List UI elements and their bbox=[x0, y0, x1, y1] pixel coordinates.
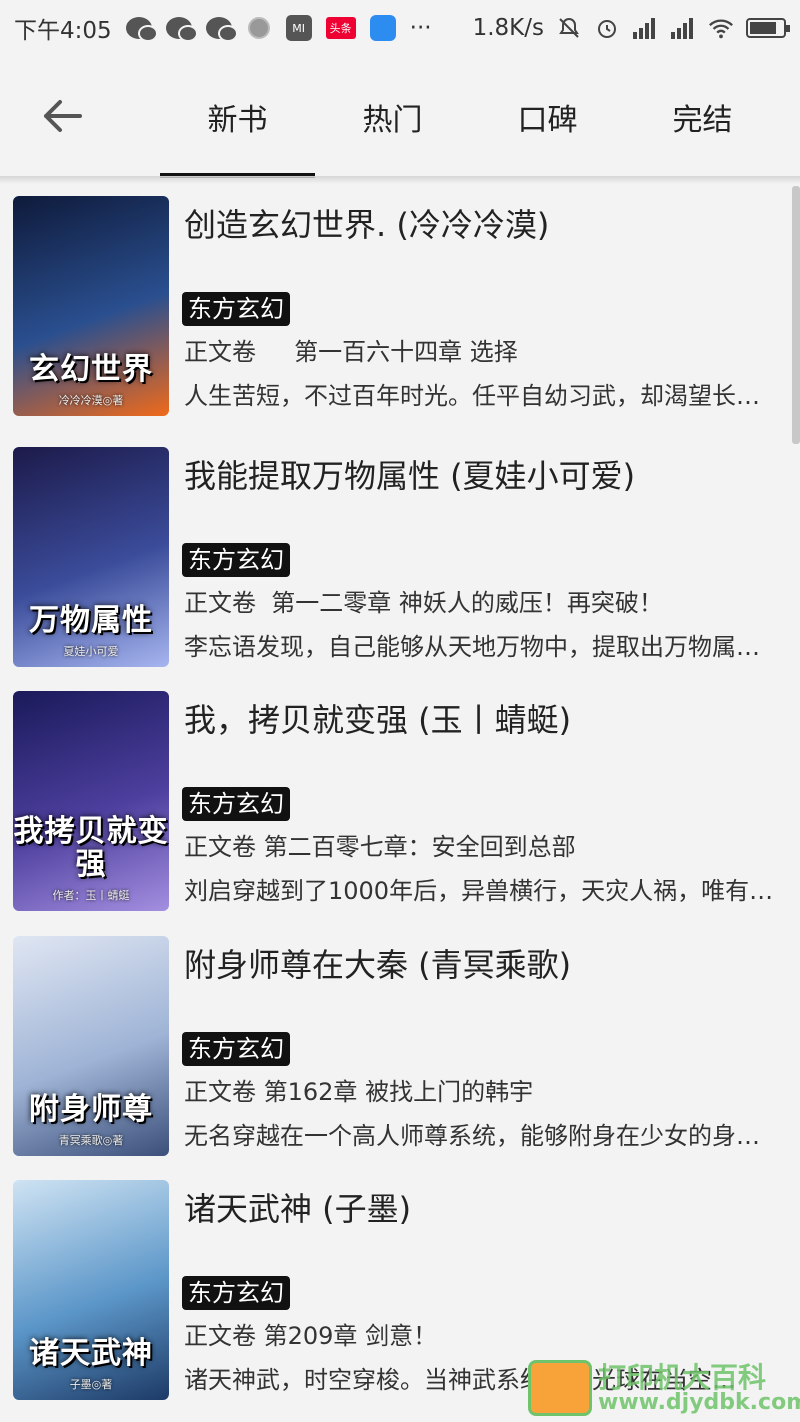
book-title: 诸天武神 (子墨) bbox=[184, 1190, 412, 1228]
book-intro: 无名穿越在一个高人师尊系统，能够附身在少女的身上… bbox=[184, 1122, 774, 1150]
wechat-icon bbox=[205, 15, 238, 42]
book-intro: 刘启穿越到了1000年后，异兽横行，天灾人祸，唯有… bbox=[184, 877, 774, 905]
tab-completed[interactable]: 完结 bbox=[625, 56, 780, 178]
genre-tag: 东方玄幻 bbox=[182, 1276, 290, 1310]
top-nav: 新书 热门 口碑 完结 bbox=[0, 56, 800, 178]
latest-chapter: 正文卷 第一二零章 神妖人的威压！再突破！ bbox=[184, 589, 663, 617]
cover-title: 我拷贝就变强 bbox=[13, 814, 169, 882]
book-item[interactable]: 玄幻世界 冷冷冷漠◎著 创造玄幻世界. (冷冷冷漠) 东方玄幻 正文卷 第一百六… bbox=[0, 186, 790, 416]
latest-chapter: 正文卷 第209章 剑意！ bbox=[184, 1322, 438, 1350]
app-dot-icon bbox=[246, 15, 272, 41]
cover-author: 夏娃小可爱 bbox=[63, 645, 119, 658]
nav-shadow bbox=[0, 176, 800, 184]
status-bar: 下午4:05 MI 头条 ··· 1.8K/s bbox=[0, 0, 800, 56]
book-item[interactable]: 我拷贝就变强 作者：玉丨蜻蜓 我，拷贝就变强 (玉丨蜻蜓) 东方玄幻 正文卷 第… bbox=[0, 681, 790, 911]
scrollbar[interactable] bbox=[792, 186, 800, 444]
tab-reputation[interactable]: 口碑 bbox=[470, 56, 625, 178]
book-cover: 我拷贝就变强 作者：玉丨蜻蜓 bbox=[13, 691, 169, 911]
book-cover: 玄幻世界 冷冷冷漠◎著 bbox=[13, 196, 169, 416]
book-cover: 万物属性 夏娃小可爱 bbox=[13, 447, 169, 667]
genre-tag: 东方玄幻 bbox=[182, 1032, 290, 1066]
cover-author: 青冥乘歌◎著 bbox=[58, 1134, 124, 1147]
latest-chapter: 正文卷 第二百零七章：安全回到总部 bbox=[184, 833, 576, 861]
tab-bar: 新书 热门 口碑 完结 bbox=[160, 56, 780, 178]
status-time: 下午4:05 bbox=[14, 18, 112, 44]
cover-title: 诸天武神 bbox=[29, 1336, 153, 1371]
book-intro: 人生苦短，不过百年时光。任平自幼习武，却渴望长生… bbox=[184, 382, 774, 410]
signal-icon bbox=[632, 15, 658, 41]
cover-title: 附身师尊 bbox=[29, 1092, 153, 1127]
genre-tag: 东方玄幻 bbox=[182, 787, 290, 821]
book-cover: 附身师尊 青冥乘歌◎著 bbox=[13, 936, 169, 1156]
book-title: 附身师尊在大秦 (青冥乘歌) bbox=[184, 946, 572, 984]
book-cover: 诸天武神 子墨◎著 bbox=[13, 1180, 169, 1400]
tab-popular[interactable]: 热门 bbox=[315, 56, 470, 178]
latest-chapter: 正文卷 第一百六十四章 选择 bbox=[184, 338, 518, 366]
battery-icon bbox=[746, 18, 790, 38]
tab-new-books[interactable]: 新书 bbox=[160, 56, 315, 178]
genre-tag: 东方玄幻 bbox=[182, 543, 290, 577]
book-title: 创造玄幻世界. (冷冷冷漠) bbox=[184, 206, 550, 244]
cover-author: 子墨◎著 bbox=[69, 1378, 113, 1391]
more-notifications-icon: ··· bbox=[409, 15, 432, 41]
watermark-logo-icon bbox=[528, 1360, 592, 1416]
cover-title: 万物属性 bbox=[29, 603, 153, 638]
mi-store-icon: MI bbox=[285, 15, 312, 41]
watermark: 打印机大百科 www.djydbk.com bbox=[520, 1352, 800, 1422]
book-title: 我能提取万物属性 (夏娃小可爱) bbox=[184, 457, 636, 495]
arrow-left-icon bbox=[44, 100, 82, 132]
book-item[interactable]: 万物属性 夏娃小可爱 我能提取万物属性 (夏娃小可爱) 东方玄幻 正文卷 第一二… bbox=[0, 437, 790, 667]
mute-icon bbox=[556, 15, 582, 41]
book-intro: 李忘语发现，自己能够从天地万物中，提取出万物属性… bbox=[184, 633, 774, 661]
watermark-url: www.djydbk.com bbox=[598, 1390, 800, 1415]
cover-author: 作者：玉丨蜻蜓 bbox=[52, 889, 130, 902]
wechat-icon bbox=[165, 15, 198, 42]
wechat-icon bbox=[125, 15, 158, 42]
alarm-icon bbox=[594, 15, 620, 41]
wifi-icon bbox=[708, 15, 734, 41]
book-item[interactable]: 附身师尊 青冥乘歌◎著 附身师尊在大秦 (青冥乘歌) 东方玄幻 正文卷 第162… bbox=[0, 926, 790, 1156]
toutiao-icon: 头条 bbox=[325, 17, 356, 39]
genre-tag: 东方玄幻 bbox=[182, 292, 290, 326]
latest-chapter: 正文卷 第162章 被找上门的韩宇 bbox=[184, 1078, 534, 1106]
book-title: 我，拷贝就变强 (玉丨蜻蜓) bbox=[184, 701, 572, 739]
cover-title: 玄幻世界 bbox=[29, 352, 153, 387]
back-button[interactable] bbox=[30, 84, 94, 148]
signal-hd-icon bbox=[670, 15, 696, 41]
cover-author: 冷冷冷漠◎著 bbox=[58, 394, 124, 407]
net-speed: 1.8K/s bbox=[472, 15, 544, 41]
app-blue-icon bbox=[369, 15, 396, 41]
